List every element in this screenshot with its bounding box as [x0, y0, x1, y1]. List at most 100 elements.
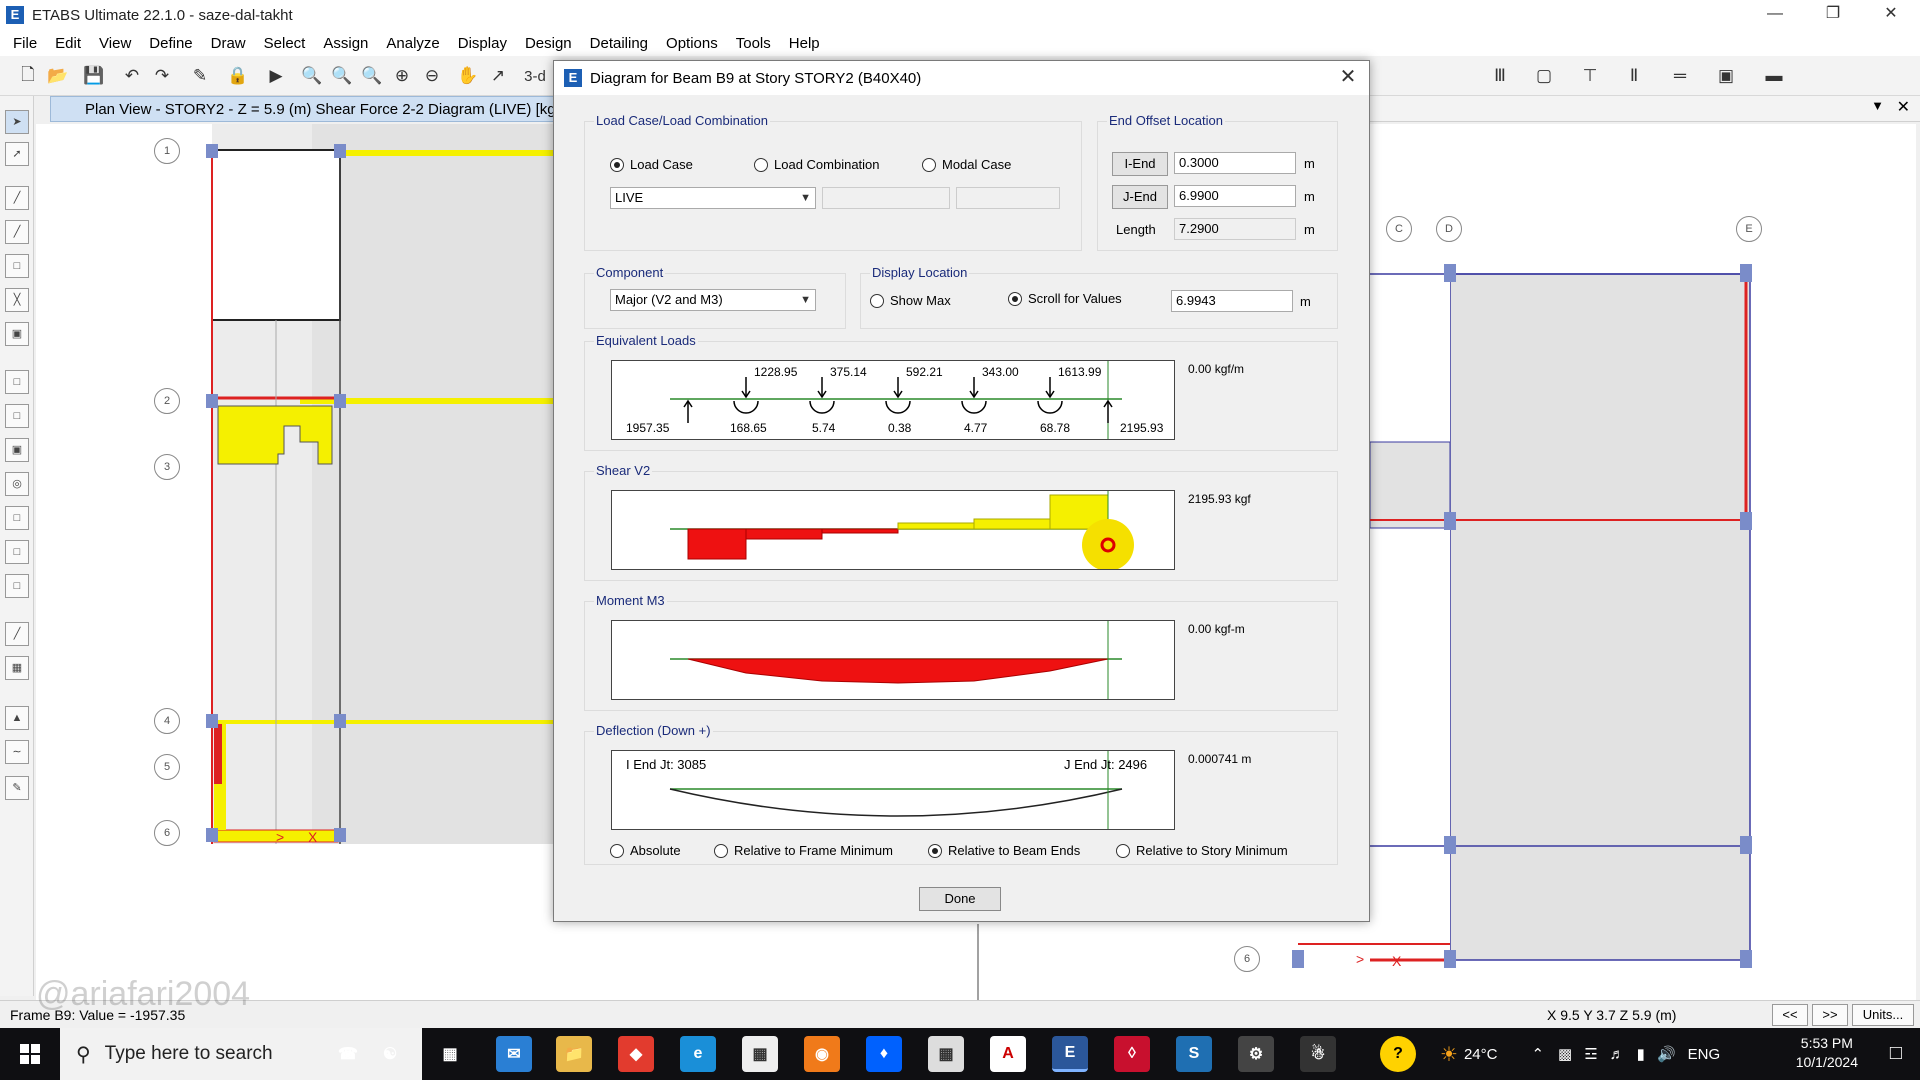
run-analysis-icon[interactable]: ▶: [264, 64, 288, 88]
tray-chevron-icon[interactable]: ⌃: [1531, 1045, 1544, 1063]
done-button[interactable]: Done: [919, 887, 1001, 911]
tray-device-icon[interactable]: ▩: [1558, 1045, 1572, 1063]
zoom-out-icon[interactable]: ⊖: [420, 64, 444, 88]
draw-rect-icon[interactable]: □: [5, 540, 29, 564]
i-end-button[interactable]: I-End: [1112, 152, 1168, 176]
help-icon[interactable]: ?: [1380, 1036, 1416, 1072]
close-icon[interactable]: ✕: [1862, 0, 1920, 30]
prev-button[interactable]: <<: [1772, 1004, 1808, 1026]
dropdown-icon[interactable]: ▼: [1871, 98, 1884, 113]
draw-point-icon[interactable]: ◎: [5, 472, 29, 496]
next-button[interactable]: >>: [1812, 1004, 1848, 1026]
draw-opening-icon[interactable]: ▣: [5, 438, 29, 462]
draw-section-cut-icon[interactable]: ▲: [5, 706, 29, 730]
j-end-button[interactable]: J-End: [1112, 185, 1168, 209]
section-tee-icon[interactable]: ⊤: [1578, 64, 1602, 88]
shear-plot[interactable]: [611, 490, 1175, 571]
menu-edit[interactable]: Edit: [46, 35, 90, 52]
section-line-icon[interactable]: ▬: [1762, 64, 1786, 88]
draw-tendon-icon[interactable]: ✎: [5, 776, 29, 800]
start-button[interactable]: [0, 1028, 60, 1080]
radio-relative-frame-min[interactable]: Relative to Frame Minimum: [714, 843, 893, 858]
mic-icon[interactable]: ♬: [1610, 1046, 1625, 1063]
radio-load-combination[interactable]: Load Combination: [754, 157, 880, 172]
draw-brace-icon[interactable]: ╳: [5, 288, 29, 312]
i-end-field[interactable]: 0.3000: [1174, 152, 1296, 174]
cortana-icon[interactable]: ☎: [330, 1036, 366, 1072]
edge-icon[interactable]: e: [680, 1036, 716, 1072]
save-icon[interactable]: 💾: [82, 64, 106, 88]
pencil-icon[interactable]: ✎: [188, 64, 212, 88]
component-select[interactable]: Major (V2 and M3) ▼: [610, 289, 816, 311]
restore-icon[interactable]: ❐: [1804, 0, 1862, 30]
draw-dimension-icon[interactable]: ╱: [5, 622, 29, 646]
notifications-icon[interactable]: □: [1890, 1042, 1902, 1065]
menu-analyze[interactable]: Analyze: [377, 35, 448, 52]
menu-file[interactable]: File: [4, 35, 46, 52]
draw-line-icon[interactable]: ╱: [5, 186, 29, 210]
calculator-icon[interactable]: ▦: [928, 1036, 964, 1072]
volume-icon[interactable]: 🔊: [1657, 1045, 1676, 1063]
menu-select[interactable]: Select: [255, 35, 315, 52]
radio-load-case[interactable]: Load Case: [610, 157, 693, 172]
store-icon[interactable]: ▦: [742, 1036, 778, 1072]
section-wall-icon[interactable]: ▣: [1714, 64, 1738, 88]
minimize-icon[interactable]: —: [1746, 0, 1804, 30]
autocad-icon[interactable]: A: [990, 1036, 1026, 1072]
section-h-icon[interactable]: Ⅱ: [1622, 64, 1646, 88]
weather-temp[interactable]: 24°C: [1464, 1046, 1498, 1063]
mail-icon[interactable]: ✉: [496, 1036, 532, 1072]
language-indicator[interactable]: ENG: [1688, 1046, 1721, 1063]
radio-relative-beam-ends[interactable]: Relative to Beam Ends: [928, 843, 1080, 858]
headset-icon[interactable]: ☯: [372, 1036, 408, 1072]
dialog-close-icon[interactable]: ✕: [1335, 65, 1361, 91]
radio-absolute[interactable]: Absolute: [610, 843, 681, 858]
menu-draw[interactable]: Draw: [202, 35, 255, 52]
units-button[interactable]: Units...: [1852, 1004, 1914, 1026]
open-file-icon[interactable]: 📂: [46, 64, 70, 88]
draw-column-icon[interactable]: □: [5, 254, 29, 278]
pane-close-icon[interactable]: ✕: [1897, 97, 1910, 117]
j-end-field[interactable]: 6.9900: [1174, 185, 1296, 207]
draw-grid-icon[interactable]: ▦: [5, 656, 29, 680]
section-i-icon[interactable]: Ⅲ: [1488, 64, 1512, 88]
measure-icon[interactable]: ↗: [486, 64, 510, 88]
taskbar-clock[interactable]: 5:53 PM 10/1/2024: [1796, 1034, 1858, 1072]
safe-icon[interactable]: S: [1176, 1036, 1212, 1072]
draw-wave-icon[interactable]: ∼: [5, 740, 29, 764]
file-explorer-icon[interactable]: 📁: [556, 1036, 592, 1072]
anydesk-icon[interactable]: ◆: [618, 1036, 654, 1072]
menu-view[interactable]: View: [90, 35, 140, 52]
undo-icon[interactable]: ↶: [120, 64, 144, 88]
menu-define[interactable]: Define: [140, 35, 201, 52]
sap-icon[interactable]: ☃: [1300, 1036, 1336, 1072]
view-3d-button[interactable]: 3-d: [520, 64, 550, 88]
lock-icon[interactable]: 🔒: [226, 64, 250, 88]
app-gear-icon[interactable]: ⚙: [1238, 1036, 1274, 1072]
menu-tools[interactable]: Tools: [727, 35, 780, 52]
deflection-plot[interactable]: I End Jt: 3085 J End Jt: 2496: [611, 750, 1175, 830]
radio-modal-case[interactable]: Modal Case: [922, 157, 1011, 172]
menu-design[interactable]: Design: [516, 35, 581, 52]
etabs-taskbar-icon[interactable]: E: [1052, 1036, 1088, 1072]
zoom-in-icon[interactable]: ⊕: [390, 64, 414, 88]
firefox-icon[interactable]: ◉: [804, 1036, 840, 1072]
radio-relative-story-min[interactable]: Relative to Story Minimum: [1116, 843, 1288, 858]
pan-icon[interactable]: ✋: [456, 64, 480, 88]
draw-beam-icon[interactable]: ╱: [5, 220, 29, 244]
section-box-icon[interactable]: ▢: [1532, 64, 1556, 88]
radio-show-max[interactable]: Show Max: [870, 293, 951, 308]
location-value-field[interactable]: 6.9943: [1171, 290, 1293, 312]
zoom-restore-icon[interactable]: 🔍: [330, 64, 354, 88]
task-view-icon[interactable]: ▦: [432, 1036, 468, 1072]
network-icon[interactable]: ☲: [1584, 1045, 1597, 1063]
moment-plot[interactable]: [611, 620, 1175, 700]
zoom-all-icon[interactable]: 🔍: [360, 64, 384, 88]
plan-view-tab[interactable]: Plan View - STORY2 - Z = 5.9 (m) Shear F…: [50, 96, 560, 122]
menu-assign[interactable]: Assign: [314, 35, 377, 52]
pointer-tool-icon[interactable]: ➤: [5, 110, 29, 134]
draw-poly-icon[interactable]: □: [5, 574, 29, 598]
draw-wall-icon[interactable]: □: [5, 404, 29, 428]
redo-icon[interactable]: ↷: [150, 64, 174, 88]
acrobat-icon[interactable]: ◊: [1114, 1036, 1150, 1072]
